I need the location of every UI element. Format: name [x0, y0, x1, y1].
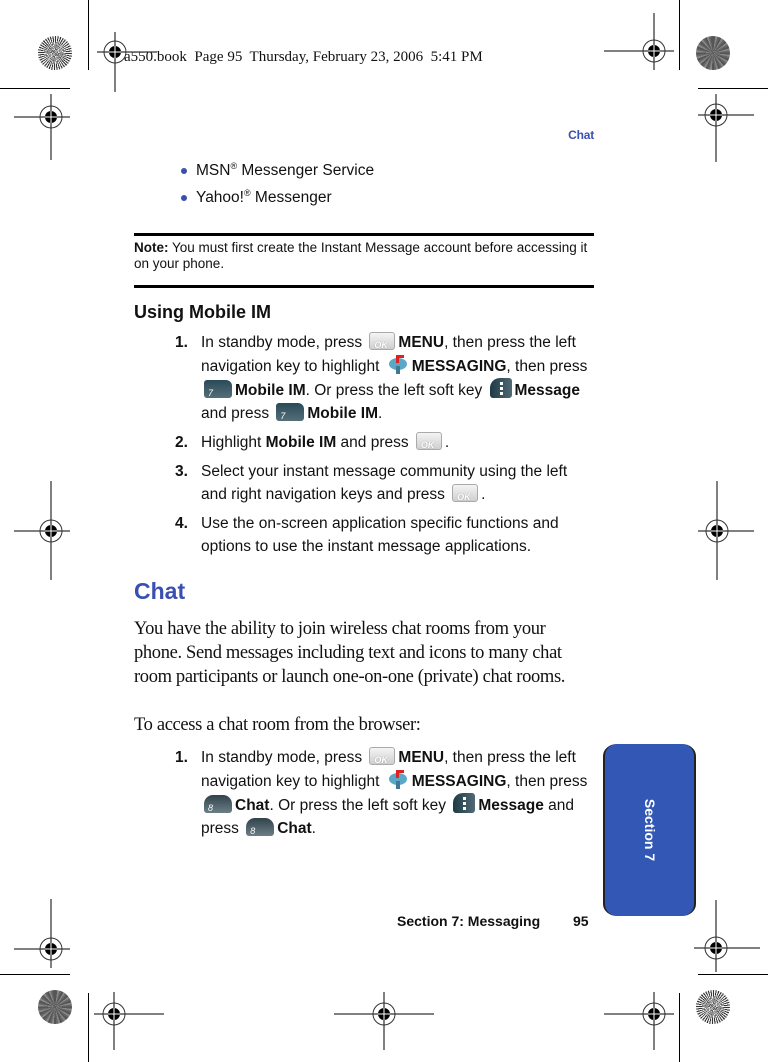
note: Note: You must first create the Instant … [134, 240, 594, 272]
crosshair-icon [604, 992, 674, 1050]
step-number: 3. [175, 463, 188, 480]
key-label: Message [514, 382, 580, 399]
step-item: 3. Select your instant message community … [175, 460, 595, 509]
color-star-icon [696, 36, 730, 70]
footer-section: Section 7: Messaging [397, 913, 541, 929]
running-head: Chat [568, 128, 594, 142]
ok-key-icon [415, 432, 442, 457]
color-star-icon [38, 36, 72, 70]
ok-key-icon [452, 484, 479, 509]
color-star-icon [696, 990, 730, 1024]
left-soft-key-icon [453, 793, 476, 813]
step-text: Highlight Mobile IM and press . [201, 431, 449, 457]
key-label: Message [478, 797, 544, 814]
key-7-icon: 7 [276, 403, 305, 421]
key-label: Mobile IM [235, 382, 306, 399]
crosshair-icon [14, 481, 70, 580]
note-rule [134, 285, 594, 288]
chat-steps: 1. In standby mode, press MENU, then pres… [175, 746, 595, 846]
crop-line [88, 993, 89, 1062]
step-text: In standby mode, press MENU, then press … [201, 331, 595, 425]
crop-line [0, 88, 70, 89]
bullet-list: MSN® Messenger Service Yahoo!® Messenger [181, 161, 374, 215]
crosshair-icon [604, 13, 674, 70]
left-soft-key-icon [489, 378, 512, 398]
key-label: Mobile IM [307, 405, 378, 422]
step-item: 1. In standby mode, press MENU, then pres… [175, 331, 595, 425]
key-label: MESSAGING [411, 773, 507, 790]
step-item: 2. Highlight Mobile IM and press . [175, 431, 595, 457]
chat-paragraph: You have the ability to join wireless ch… [134, 619, 566, 687]
step-number: 4. [175, 515, 188, 532]
key-label: Mobile IM [265, 434, 337, 451]
key-label: Chat [235, 797, 270, 814]
step-text: Use the on-screen application specific f… [201, 515, 559, 555]
note-label: Note: [134, 240, 169, 255]
bullet-icon [181, 195, 187, 201]
messaging-mailbox-icon [387, 354, 409, 374]
key-7-icon: 7 [204, 380, 232, 398]
bullet-item: Yahoo!® Messenger [181, 188, 374, 215]
bullet-text: Yahoo!® Messenger [196, 188, 332, 207]
mobile-im-steps: 1. In standby mode, press MENU, then pres… [175, 331, 595, 564]
crosshair-icon [94, 992, 164, 1050]
key-8-icon: 8 [204, 795, 232, 813]
crosshair-icon [698, 481, 754, 580]
step-item: 4. Use the on-screen application specific… [175, 512, 595, 558]
step-number: 1. [175, 749, 188, 766]
crosshair-icon [14, 94, 70, 160]
ok-key-icon [369, 332, 396, 357]
crosshair-icon [334, 992, 434, 1050]
step-item: 1. In standby mode, press MENU, then pres… [175, 746, 595, 840]
chat-intro: To access a chat room from the browser: [134, 715, 421, 735]
key-label: MESSAGING [411, 358, 507, 375]
print-slug: a550.book Page 95 Thursday, February 23,… [124, 49, 483, 65]
page-number: 95 [573, 913, 589, 929]
crop-line [88, 0, 89, 70]
key-label: MENU [398, 749, 445, 766]
ok-key-icon [369, 747, 396, 772]
step-number: 1. [175, 334, 188, 351]
key-label: Chat [277, 820, 312, 837]
note-text: You must first create the Instant Messag… [134, 240, 588, 271]
bullet-text: MSN® Messenger Service [196, 161, 375, 180]
bullet-item: MSN® Messenger Service [181, 161, 374, 188]
bullet-icon [181, 168, 187, 174]
color-star-icon [38, 990, 72, 1024]
step-text: Select your instant message community us… [201, 460, 595, 509]
step-number: 2. [175, 434, 188, 451]
crosshair-icon [698, 94, 754, 162]
key-label: MENU [398, 334, 445, 351]
section-tab-label: Section 7 [641, 798, 658, 862]
crop-line [698, 974, 768, 975]
crosshair-icon [694, 900, 760, 972]
chat-heading: Chat [134, 578, 186, 604]
crop-line [698, 88, 768, 89]
key-8-icon: 8 [246, 818, 275, 836]
section-tab: Section 7 [603, 744, 696, 916]
step-text: In standby mode, press MENU, then press … [201, 746, 595, 840]
messaging-mailbox-icon [387, 769, 409, 789]
note-rule [134, 233, 594, 236]
crosshair-icon [14, 899, 70, 968]
section-heading: Using Mobile IM [134, 302, 271, 322]
